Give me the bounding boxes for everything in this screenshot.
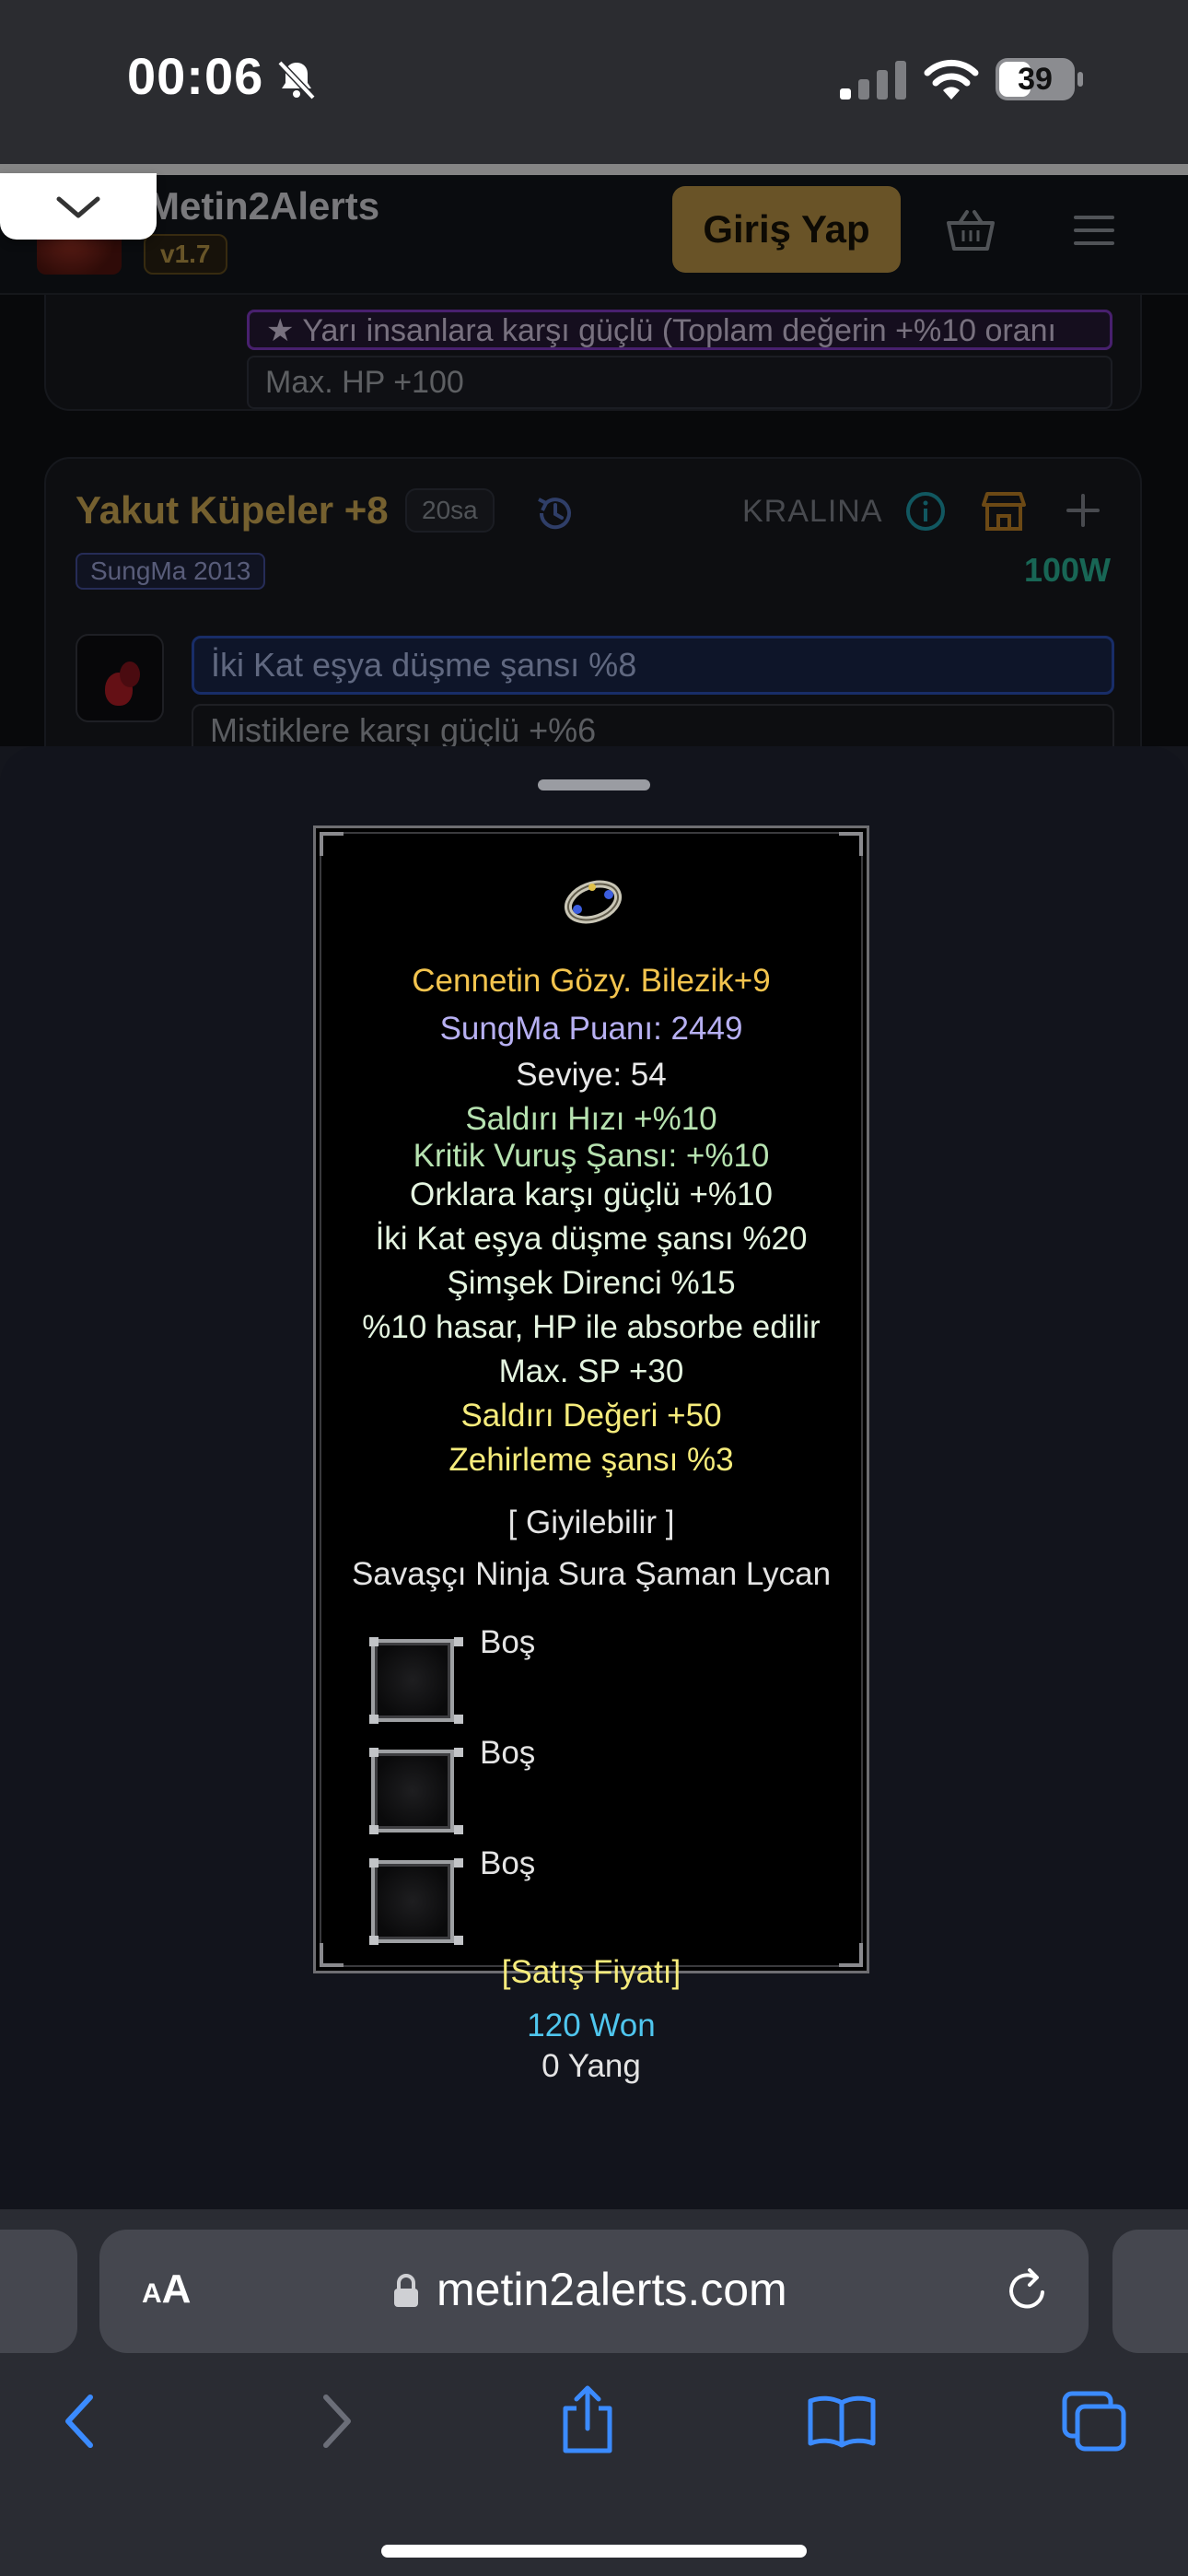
attribute-hp-row: Max. HP +100 [247,356,1112,409]
seller-name[interactable]: KRALINA [742,494,883,530]
item-detail-sheet: Cennetin Gözy. Bilezik+9 SungMa Puanı: 2… [0,746,1188,2209]
wearable-label: [ Giyilebilir ] [507,1505,675,1540]
item-name: Cennetin Gözy. Bilezik+9 [412,963,771,999]
bonus-line: Max. SP +30 [498,1353,684,1389]
basket-icon[interactable] [945,208,996,252]
item-tooltip: Cennetin Gözy. Bilezik+9 SungMa Puanı: 2… [313,825,869,2084]
price-won: 120 Won [527,2008,656,2043]
sale-price-label: [Satış Fiyatı] [501,1954,681,1990]
status-time: 00:06 [127,47,264,105]
collapse-tab[interactable] [0,173,157,240]
socket-label: Boş [480,1845,536,1881]
battery-icon: 39 [995,57,1085,101]
wifi-icon [924,59,979,100]
listing-title[interactable]: Yakut Küpeler +8 [76,488,389,533]
address-bar[interactable]: AA metin2alerts.com [99,2230,1089,2353]
item-level: Seviye: 54 [516,1057,667,1093]
browser-toolbar: AA metin2alerts.com [0,2209,1188,2576]
bonus-line: %10 hasar, HP ile absorbe edilir [362,1309,821,1345]
socket-slot [369,1637,454,1724]
bonus-line: Orklara karşı güçlü +%10 [410,1177,773,1212]
web-page: ★ Yarı insanlara karşı güçlü (Toplam değ… [0,164,1188,746]
home-indicator[interactable] [381,2545,807,2558]
poison-chance-line: Zehirleme şansı %3 [448,1442,734,1478]
chevron-down-icon [56,196,100,218]
lock-icon [394,2274,418,2307]
forward-icon[interactable] [319,2392,355,2451]
text-size-big: A [161,2266,192,2312]
tooltip-corner [839,832,863,856]
item-thumbnail[interactable] [76,634,164,722]
tabs-icon[interactable] [1061,2390,1127,2453]
bonus-line: İki Kat eşya düşme şansı %20 [375,1221,808,1257]
socket-slot [369,1748,454,1834]
plus-icon[interactable] [1065,492,1101,529]
history-icon[interactable] [534,492,577,534]
shop-icon[interactable] [982,490,1026,533]
info-icon[interactable] [904,490,947,533]
login-button[interactable]: Giriş Yap [672,186,901,273]
version-badge: v1.7 [144,234,227,275]
reload-icon[interactable] [1002,2266,1052,2316]
text-size-small: A [142,2278,162,2309]
page-top-line [0,164,1188,175]
back-icon[interactable] [61,2392,98,2451]
attribute-row-highlighted: İki Kat eşya düşme şansı %8 [192,636,1114,695]
bonus-line: Saldırı Hızı +%10 [465,1101,717,1137]
hamburger-menu-icon[interactable] [1072,212,1116,249]
bonus-line: Kritik Vuruş Şansı: +%10 [413,1138,770,1174]
socket-slot [369,1858,454,1945]
attribute-row: Mistiklere karşı güçlü +%6 [192,704,1114,746]
price-yang: 0 Yang [542,2048,641,2084]
server-badge: SungMa 2013 [76,553,266,590]
status-bar: 00:06 39 [0,0,1188,164]
listing-card[interactable]: Yakut Küpeler +8 20sa KRALINA SungMa 201… [44,457,1142,746]
tooltip-corner [320,832,344,856]
share-icon[interactable] [558,2384,617,2454]
sheet-grabber[interactable] [538,779,650,790]
socket-label: Boş [480,1624,536,1660]
attack-value-line: Saldırı Değeri +50 [460,1398,722,1434]
site-header: Metin2Alerts v1.7 Giriş Yap [0,175,1188,295]
next-tab-preview[interactable] [1112,2230,1188,2353]
url-text[interactable]: metin2alerts.com [437,2263,787,2316]
bracelet-icon [564,880,623,924]
previous-tab-preview[interactable] [0,2230,77,2353]
bell-slash-icon [277,60,316,100]
listing-price: 100W [1023,551,1111,589]
bookmarks-icon[interactable] [807,2394,877,2449]
signal-icon [840,61,906,100]
bonus-line: Şimşek Direnci %15 [447,1265,736,1301]
attribute-star-row: ★ Yarı insanlara karşı güçlü (Toplam değ… [247,310,1112,350]
text-size-button[interactable]: AA [142,2266,191,2313]
class-list: Savaşçı Ninja Sura Şaman Lycan [351,1556,832,1592]
item-points: SungMa Puanı: 2449 [439,1011,743,1047]
battery-level: 39 [1018,62,1053,97]
socket-label: Boş [480,1735,536,1771]
site-title[interactable]: Metin2Alerts [147,184,379,228]
age-badge: 20sa [405,488,495,533]
